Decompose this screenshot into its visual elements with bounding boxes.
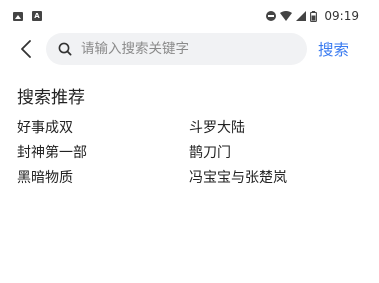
- chevron-left-icon: [21, 40, 31, 58]
- section-title-recommend: 搜索推荐: [17, 88, 85, 108]
- do-not-disturb-icon: [266, 11, 277, 21]
- status-time: 09:19: [324, 9, 359, 23]
- a-notification-icon: A: [32, 11, 42, 21]
- image-icon: [13, 11, 23, 21]
- search-input[interactable]: [81, 37, 291, 61]
- recommend-item[interactable]: 封神第一部: [17, 144, 87, 162]
- search-bar: 搜索: [0, 32, 379, 66]
- search-box[interactable]: [46, 33, 307, 65]
- search-icon: [58, 42, 72, 56]
- status-bar: A 09:19: [0, 0, 379, 32]
- status-bar-left: A: [13, 11, 42, 21]
- recommend-item[interactable]: 斗罗大陆: [189, 119, 245, 137]
- wifi-icon: [280, 11, 293, 21]
- signal-icon: [296, 11, 307, 21]
- recommend-item[interactable]: 鹊刀门: [189, 144, 231, 162]
- status-bar-right: 09:19: [266, 9, 359, 23]
- battery-icon: [310, 10, 318, 22]
- recommend-item[interactable]: 好事成双: [17, 119, 73, 137]
- recommend-item[interactable]: 黑暗物质: [17, 169, 73, 187]
- recommend-item[interactable]: 冯宝宝与张楚岚: [189, 169, 287, 187]
- search-submit-button[interactable]: 搜索: [318, 32, 349, 66]
- back-button[interactable]: [12, 35, 40, 63]
